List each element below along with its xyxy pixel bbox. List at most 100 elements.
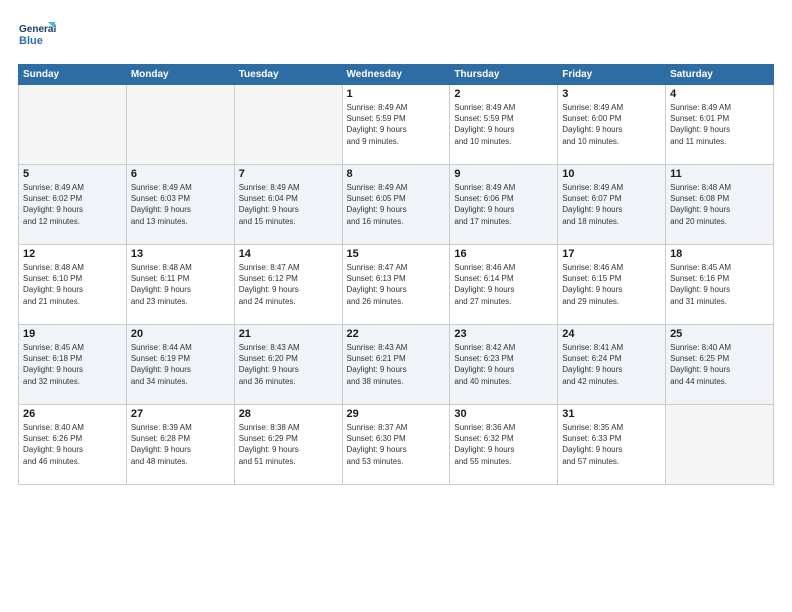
day-info: Sunrise: 8:49 AM Sunset: 6:04 PM Dayligh… [239, 182, 338, 227]
calendar-cell: 17Sunrise: 8:46 AM Sunset: 6:15 PM Dayli… [558, 245, 666, 325]
day-number: 30 [454, 408, 553, 420]
logo: General Blue [18, 18, 56, 54]
day-number: 17 [562, 248, 661, 260]
day-number: 13 [131, 248, 230, 260]
week-row-2: 5Sunrise: 8:49 AM Sunset: 6:02 PM Daylig… [19, 165, 774, 245]
day-number: 22 [347, 328, 446, 340]
calendar-cell: 8Sunrise: 8:49 AM Sunset: 6:05 PM Daylig… [342, 165, 450, 245]
svg-text:General: General [19, 24, 56, 35]
day-number: 26 [23, 408, 122, 420]
calendar-cell: 10Sunrise: 8:49 AM Sunset: 6:07 PM Dayli… [558, 165, 666, 245]
week-row-5: 26 Sunrise: 8:40 AM Sunset: 6:26 PM Dayli… [19, 405, 774, 485]
week-row-4: 19 Sunrise: 8:45 AM Sunset: 6:18 PM Dayli… [19, 325, 774, 405]
calendar-cell: 6Sunrise: 8:49 AM Sunset: 6:03 PM Daylig… [126, 165, 234, 245]
day-number: 11 [670, 168, 769, 180]
calendar-cell [19, 85, 127, 165]
weekday-saturday: Saturday [666, 65, 774, 85]
calendar-cell: 5Sunrise: 8:49 AM Sunset: 6:02 PM Daylig… [19, 165, 127, 245]
day-number: 14 [239, 248, 338, 260]
calendar-cell: 2 Sunrise: 8:49 AM Sunset: 5:59 PM Daylig… [450, 85, 558, 165]
day-number: 6 [131, 168, 230, 180]
day-number: 21 [239, 328, 338, 340]
day-info: Sunrise: 8:37 AM Sunset: 6:30 PM Dayligh… [347, 422, 446, 467]
calendar-cell: 28 Sunrise: 8:38 AM Sunset: 6:29 PM Dayli… [234, 405, 342, 485]
calendar-cell: 13 Sunrise: 8:48 AM Sunset: 6:11 PM Dayli… [126, 245, 234, 325]
weekday-wednesday: Wednesday [342, 65, 450, 85]
calendar-cell: 12Sunrise: 8:48 AM Sunset: 6:10 PM Dayli… [19, 245, 127, 325]
calendar-cell: 31 Sunrise: 8:35 AM Sunset: 6:33 PM Dayli… [558, 405, 666, 485]
day-number: 7 [239, 168, 338, 180]
calendar-cell: 29 Sunrise: 8:37 AM Sunset: 6:30 PM Dayli… [342, 405, 450, 485]
calendar-cell: 18Sunrise: 8:45 AM Sunset: 6:16 PM Dayli… [666, 245, 774, 325]
day-info: Sunrise: 8:49 AM Sunset: 6:05 PM Dayligh… [347, 182, 446, 227]
day-info: Sunrise: 8:42 AM Sunset: 6:23 PM Dayligh… [454, 342, 553, 387]
day-info: Sunrise: 8:35 AM Sunset: 6:33 PM Dayligh… [562, 422, 661, 467]
day-number: 31 [562, 408, 661, 420]
calendar-cell: 21 Sunrise: 8:43 AM Sunset: 6:20 PM Dayli… [234, 325, 342, 405]
day-info: Sunrise: 8:38 AM Sunset: 6:29 PM Dayligh… [239, 422, 338, 467]
weekday-thursday: Thursday [450, 65, 558, 85]
weekday-header-row: SundayMondayTuesdayWednesdayThursdayFrid… [19, 65, 774, 85]
day-info: Sunrise: 8:41 AM Sunset: 6:24 PM Dayligh… [562, 342, 661, 387]
day-info: Sunrise: 8:44 AM Sunset: 6:19 PM Dayligh… [131, 342, 230, 387]
calendar-cell: 27Sunrise: 8:39 AM Sunset: 6:28 PM Dayli… [126, 405, 234, 485]
day-number: 3 [562, 88, 661, 100]
day-number: 25 [670, 328, 769, 340]
day-info: Sunrise: 8:48 AM Sunset: 6:10 PM Dayligh… [23, 262, 122, 307]
day-number: 29 [347, 408, 446, 420]
svg-text:Blue: Blue [19, 35, 43, 47]
weekday-sunday: Sunday [19, 65, 127, 85]
calendar-cell: 15 Sunrise: 8:47 AM Sunset: 6:13 PM Dayli… [342, 245, 450, 325]
day-info: Sunrise: 8:48 AM Sunset: 6:08 PM Dayligh… [670, 182, 769, 227]
calendar-cell: 23Sunrise: 8:42 AM Sunset: 6:23 PM Dayli… [450, 325, 558, 405]
day-number: 27 [131, 408, 230, 420]
logo-svg: General Blue [18, 18, 56, 54]
calendar-cell: 4Sunrise: 8:49 AM Sunset: 6:01 PM Daylig… [666, 85, 774, 165]
calendar-cell: 1 Sunrise: 8:49 AM Sunset: 5:59 PM Daylig… [342, 85, 450, 165]
day-number: 16 [454, 248, 553, 260]
calendar-cell: 7 Sunrise: 8:49 AM Sunset: 6:04 PM Daylig… [234, 165, 342, 245]
day-info: Sunrise: 8:40 AM Sunset: 6:26 PM Dayligh… [23, 422, 122, 467]
day-number: 24 [562, 328, 661, 340]
calendar-table: SundayMondayTuesdayWednesdayThursdayFrid… [18, 64, 774, 485]
day-info: Sunrise: 8:36 AM Sunset: 6:32 PM Dayligh… [454, 422, 553, 467]
day-number: 19 [23, 328, 122, 340]
day-info: Sunrise: 8:49 AM Sunset: 5:59 PM Dayligh… [454, 102, 553, 147]
weekday-friday: Friday [558, 65, 666, 85]
day-info: Sunrise: 8:40 AM Sunset: 6:25 PM Dayligh… [670, 342, 769, 387]
calendar-cell: 22 Sunrise: 8:43 AM Sunset: 6:21 PM Dayli… [342, 325, 450, 405]
calendar-cell [666, 405, 774, 485]
calendar-cell: 26 Sunrise: 8:40 AM Sunset: 6:26 PM Dayli… [19, 405, 127, 485]
day-info: Sunrise: 8:48 AM Sunset: 6:11 PM Dayligh… [131, 262, 230, 307]
day-info: Sunrise: 8:47 AM Sunset: 6:13 PM Dayligh… [347, 262, 446, 307]
day-info: Sunrise: 8:49 AM Sunset: 6:02 PM Dayligh… [23, 182, 122, 227]
day-number: 15 [347, 248, 446, 260]
day-number: 20 [131, 328, 230, 340]
day-number: 2 [454, 88, 553, 100]
calendar-cell: 19 Sunrise: 8:45 AM Sunset: 6:18 PM Dayli… [19, 325, 127, 405]
day-number: 4 [670, 88, 769, 100]
week-row-1: 1 Sunrise: 8:49 AM Sunset: 5:59 PM Daylig… [19, 85, 774, 165]
weekday-monday: Monday [126, 65, 234, 85]
day-number: 9 [454, 168, 553, 180]
calendar-cell: 9Sunrise: 8:49 AM Sunset: 6:06 PM Daylig… [450, 165, 558, 245]
week-row-3: 12Sunrise: 8:48 AM Sunset: 6:10 PM Dayli… [19, 245, 774, 325]
calendar-cell: 25 Sunrise: 8:40 AM Sunset: 6:25 PM Dayli… [666, 325, 774, 405]
day-info: Sunrise: 8:46 AM Sunset: 6:14 PM Dayligh… [454, 262, 553, 307]
calendar-cell: 11 Sunrise: 8:48 AM Sunset: 6:08 PM Dayli… [666, 165, 774, 245]
day-number: 1 [347, 88, 446, 100]
day-info: Sunrise: 8:47 AM Sunset: 6:12 PM Dayligh… [239, 262, 338, 307]
day-info: Sunrise: 8:45 AM Sunset: 6:18 PM Dayligh… [23, 342, 122, 387]
day-number: 10 [562, 168, 661, 180]
day-info: Sunrise: 8:49 AM Sunset: 5:59 PM Dayligh… [347, 102, 446, 147]
calendar-cell: 14 Sunrise: 8:47 AM Sunset: 6:12 PM Dayli… [234, 245, 342, 325]
calendar-cell: 20 Sunrise: 8:44 AM Sunset: 6:19 PM Dayli… [126, 325, 234, 405]
calendar-cell: 16 Sunrise: 8:46 AM Sunset: 6:14 PM Dayli… [450, 245, 558, 325]
day-info: Sunrise: 8:45 AM Sunset: 6:16 PM Dayligh… [670, 262, 769, 307]
calendar-cell [234, 85, 342, 165]
day-info: Sunrise: 8:43 AM Sunset: 6:21 PM Dayligh… [347, 342, 446, 387]
calendar-cell [126, 85, 234, 165]
day-number: 28 [239, 408, 338, 420]
calendar-cell: 3Sunrise: 8:49 AM Sunset: 6:00 PM Daylig… [558, 85, 666, 165]
day-info: Sunrise: 8:43 AM Sunset: 6:20 PM Dayligh… [239, 342, 338, 387]
